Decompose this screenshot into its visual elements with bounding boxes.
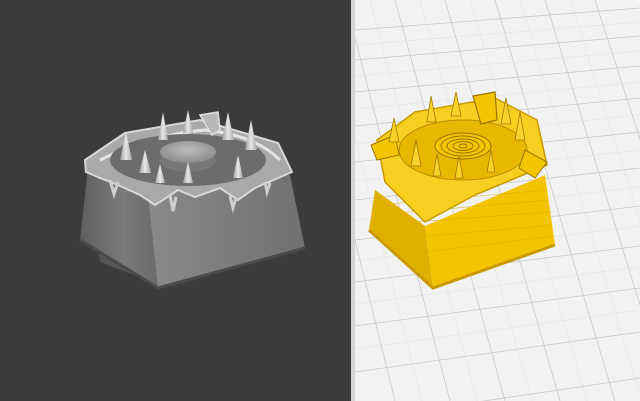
- sliced-keycap-model[interactable]: [367, 91, 556, 290]
- slicer-viewport[interactable]: [355, 0, 640, 401]
- sculpt-viewport[interactable]: [0, 0, 351, 401]
- center-disc-top: [160, 141, 216, 163]
- sculpt-canvas: [79, 110, 306, 290]
- sliced-center-disc: [434, 132, 492, 160]
- slicer-canvas: [355, 0, 640, 401]
- side-by-side-comparison: [0, 0, 640, 401]
- keycap-model[interactable]: [79, 110, 306, 290]
